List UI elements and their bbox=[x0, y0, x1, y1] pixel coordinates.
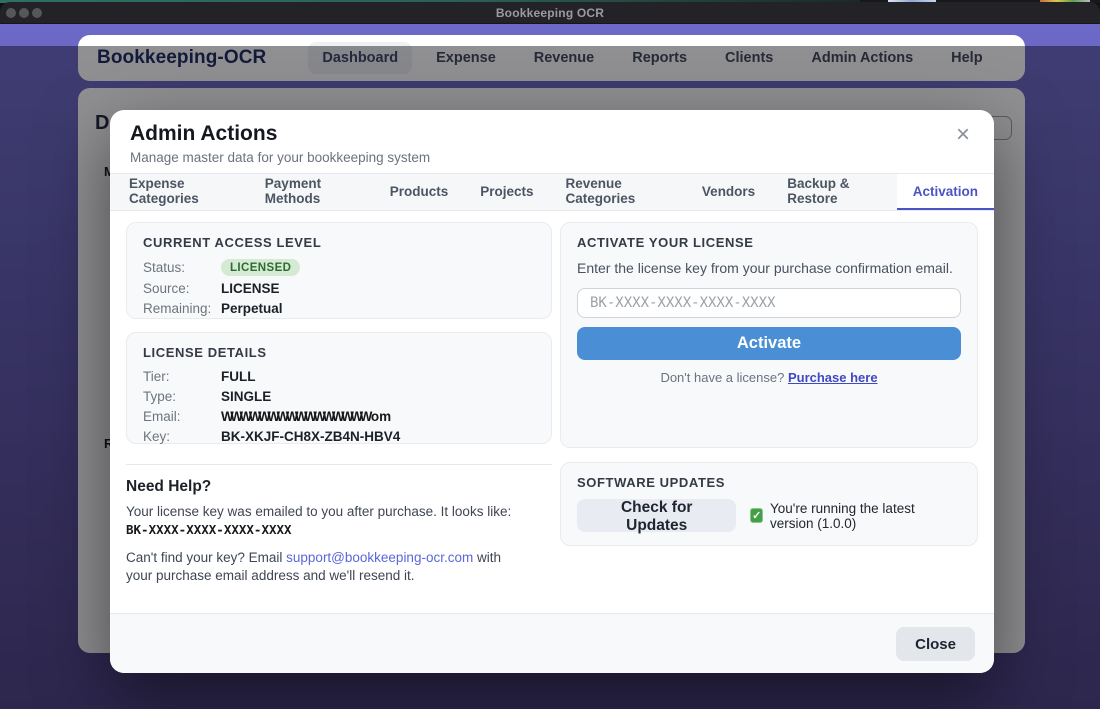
activate-description: Enter the license key from your purchase… bbox=[577, 260, 961, 276]
section-heading: CURRENT ACCESS LEVEL bbox=[143, 235, 535, 250]
type-label: Type: bbox=[143, 389, 221, 404]
app-content: Bookkeeping-OCR Dashboard Expense Revenu… bbox=[0, 24, 1100, 709]
update-status-text: You're running the latest version (1.0.0… bbox=[770, 501, 961, 531]
license-key-value: BK-XKJF-CH8X-ZB4N-HBV4 bbox=[221, 429, 400, 444]
app-window: Bookkeeping OCR Bookkeeping-OCR Dashboar… bbox=[0, 2, 1100, 709]
tier-label: Tier: bbox=[143, 369, 221, 384]
modal-subtitle: Manage master data for your bookkeeping … bbox=[130, 150, 974, 165]
window-titlebar: Bookkeeping OCR bbox=[0, 2, 1100, 24]
activation-panel: CURRENT ACCESS LEVEL Status: LICENSED So… bbox=[110, 211, 994, 613]
email-label: Email: bbox=[143, 409, 221, 424]
close-button[interactable]: Close bbox=[896, 627, 975, 661]
checkmark-icon: ✓ bbox=[750, 508, 763, 523]
section-heading: SOFTWARE UPDATES bbox=[577, 475, 961, 490]
tab-backup-restore[interactable]: Backup & Restore bbox=[771, 174, 897, 210]
need-help-contact: Can't find your key? Email support@bookk… bbox=[126, 549, 526, 586]
modal-title: Admin Actions bbox=[130, 122, 974, 146]
tab-projects[interactable]: Projects bbox=[464, 174, 549, 210]
support-email-link[interactable]: support@bookkeeping-ocr.com bbox=[286, 550, 473, 565]
tab-activation[interactable]: Activation bbox=[897, 174, 994, 210]
modal-header: Admin Actions Manage master data for you… bbox=[110, 110, 994, 174]
purchase-here-link[interactable]: Purchase here bbox=[788, 370, 878, 385]
key-label: Key: bbox=[143, 429, 221, 444]
activate-license-card: ACTIVATE YOUR LICENSE Enter the license … bbox=[560, 222, 978, 448]
current-access-level-card: CURRENT ACCESS LEVEL Status: LICENSED So… bbox=[126, 222, 552, 319]
email-redacted-tail: om bbox=[371, 409, 391, 424]
source-label: Source: bbox=[143, 281, 221, 296]
check-for-updates-button[interactable]: Check for Updates bbox=[577, 499, 736, 532]
status-label: Status: bbox=[143, 260, 221, 275]
source-value: LICENSE bbox=[221, 281, 280, 296]
tier-value: FULL bbox=[221, 369, 256, 384]
need-help-heading: Need Help? bbox=[126, 478, 552, 496]
key-format-example: BK-XXXX-XXXX-XXXX-XXXX bbox=[126, 522, 552, 537]
tab-payment-methods[interactable]: Payment Methods bbox=[249, 174, 374, 210]
status-badge: LICENSED bbox=[221, 259, 300, 276]
tab-products[interactable]: Products bbox=[374, 174, 465, 210]
activate-button[interactable]: Activate bbox=[577, 327, 961, 360]
screen: Bookkeeping OCR Bookkeeping-OCR Dashboar… bbox=[0, 0, 1100, 709]
section-heading: ACTIVATE YOUR LICENSE bbox=[577, 235, 961, 250]
remaining-label: Remaining: bbox=[143, 301, 221, 316]
contact-prefix: Can't find your key? Email bbox=[126, 550, 286, 565]
license-key-input[interactable] bbox=[577, 288, 961, 318]
license-details-card: LICENSE DETAILS Tier: FULL Type: SINGLE … bbox=[126, 332, 552, 444]
modal-footer: Close bbox=[110, 613, 994, 673]
modal-tabs: Expense Categories Payment Methods Produ… bbox=[110, 174, 994, 211]
divider bbox=[126, 464, 552, 465]
tab-expense-categories[interactable]: Expense Categories bbox=[113, 174, 249, 210]
type-value: SINGLE bbox=[221, 389, 271, 404]
tab-vendors[interactable]: Vendors bbox=[686, 174, 771, 210]
window-title: Bookkeeping OCR bbox=[0, 6, 1100, 20]
section-heading: LICENSE DETAILS bbox=[143, 345, 535, 360]
tab-revenue-categories[interactable]: Revenue Categories bbox=[550, 174, 686, 210]
no-license-row: Don't have a license? Purchase here bbox=[577, 370, 961, 385]
email-redacted: WWWWWWWWWWWWWWWW bbox=[221, 409, 369, 424]
close-icon[interactable]: × bbox=[956, 124, 970, 146]
software-updates-card: SOFTWARE UPDATES Check for Updates ✓ You… bbox=[560, 462, 978, 546]
no-license-text: Don't have a license? bbox=[660, 370, 788, 385]
remaining-value: Perpetual bbox=[221, 301, 283, 316]
admin-actions-modal: Admin Actions Manage master data for you… bbox=[110, 110, 994, 673]
need-help-text: Your license key was emailed to you afte… bbox=[126, 503, 552, 521]
